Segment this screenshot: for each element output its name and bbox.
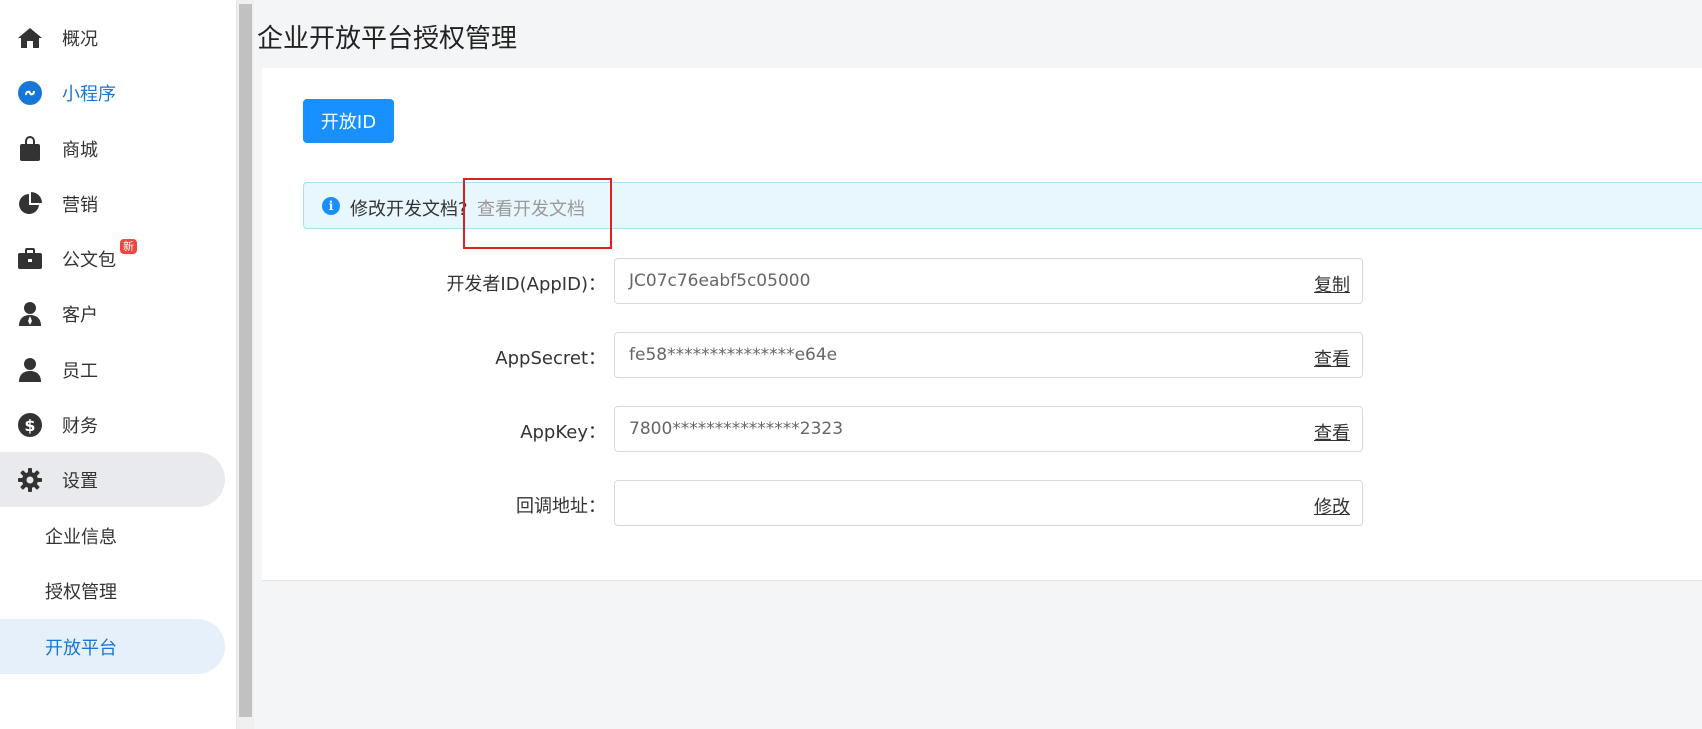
- user-icon: [16, 356, 44, 384]
- callback-url-field[interactable]: 修改: [614, 480, 1363, 526]
- new-badge: 新: [120, 239, 137, 254]
- appid-label: 开发者ID(AppID)：: [446, 274, 606, 295]
- copy-appid-button[interactable]: 复制: [1314, 271, 1350, 297]
- appid-value: JC07c76eabf5c05000: [629, 271, 811, 291]
- appkey-field[interactable]: 7800***************2323 查看: [614, 406, 1363, 452]
- sidebar-item-mall[interactable]: 商城: [0, 121, 225, 176]
- callback-url-row: 修改: [614, 480, 1363, 526]
- sidebar-item-staff[interactable]: 员工: [0, 342, 225, 397]
- sidebar-item-label: 小程序: [62, 83, 116, 105]
- sidebar-subitem-label: 企业信息: [45, 526, 117, 548]
- sidebar-item-mini-program[interactable]: 小程序: [0, 65, 225, 120]
- appkey-row: 7800***************2323 查看: [614, 406, 1363, 452]
- appsecret-label: AppSecret：: [495, 348, 606, 369]
- appkey-value: 7800***************2323: [629, 419, 844, 439]
- sidebar-item-customers[interactable]: 客户: [0, 286, 225, 341]
- sidebar-item-label: 概况: [62, 28, 98, 50]
- info-icon: i: [322, 197, 340, 215]
- sidebar-item-label: 商城: [62, 139, 98, 161]
- sidebar-item-settings[interactable]: 设置: [0, 452, 225, 507]
- briefcase-icon: [16, 245, 44, 273]
- view-appsecret-button[interactable]: 查看: [1314, 345, 1350, 371]
- page-title: 企业开放平台授权管理: [257, 24, 518, 54]
- alert-message: 修改开发文档?: [350, 199, 468, 220]
- dollar-icon: $: [16, 411, 44, 439]
- sidebar-item-marketing[interactable]: 营销: [0, 176, 225, 231]
- sidebar-subitem-company-info[interactable]: 企业信息: [0, 508, 225, 563]
- shopping-bag-icon: [16, 135, 44, 163]
- svg-text:$: $: [24, 416, 35, 435]
- appkey-label: AppKey：: [520, 422, 606, 443]
- sidebar-item-label: 公文包: [62, 249, 116, 271]
- scrollbar-thumb[interactable]: [239, 4, 252, 717]
- callback-url-label: 回调地址：: [516, 496, 606, 517]
- sidebar-subitem-label: 授权管理: [45, 581, 117, 603]
- customer-icon: [16, 300, 44, 328]
- sidebar-item-briefcase[interactable]: 公文包 新: [0, 231, 225, 286]
- view-appkey-button[interactable]: 查看: [1314, 419, 1350, 445]
- appid-row: JC07c76eabf5c05000 复制: [614, 258, 1363, 304]
- sidebar-scrollbar[interactable]: [236, 0, 254, 729]
- mini-program-icon: [16, 79, 44, 107]
- appid-field[interactable]: JC07c76eabf5c05000 复制: [614, 258, 1363, 304]
- sidebar-subitem-open-platform[interactable]: 开放平台: [0, 619, 225, 674]
- sidebar-item-label: 营销: [62, 194, 98, 216]
- appsecret-row: fe58***************e64e 查看: [614, 332, 1363, 378]
- home-icon: [16, 24, 44, 52]
- info-alert: i 修改开发文档? 查看开发文档: [303, 182, 1702, 229]
- view-docs-link[interactable]: 查看开发文档: [477, 195, 585, 221]
- sidebar-item-label: 财务: [62, 415, 98, 437]
- pie-chart-icon: [16, 190, 44, 218]
- sidebar-item-overview[interactable]: 概况: [0, 10, 225, 65]
- sidebar-item-finance[interactable]: $ 财务: [0, 397, 225, 452]
- sidebar-subitem-label: 开放平台: [45, 637, 117, 659]
- appsecret-value: fe58***************e64e: [629, 345, 838, 365]
- gear-icon: [16, 466, 44, 494]
- sidebar: 概况 小程序 商城 营销 公文包 新 客户 员工 $ 财务 设置 企业信息 授权…: [0, 0, 236, 729]
- sidebar-item-label: 设置: [62, 470, 98, 492]
- sidebar-subitem-authorization[interactable]: 授权管理: [0, 563, 225, 618]
- open-id-button[interactable]: 开放ID: [303, 99, 394, 143]
- sidebar-item-label: 客户: [62, 304, 98, 326]
- appsecret-field[interactable]: fe58***************e64e 查看: [614, 332, 1363, 378]
- edit-callback-url-button[interactable]: 修改: [1314, 493, 1350, 519]
- sidebar-item-label: 员工: [62, 360, 98, 382]
